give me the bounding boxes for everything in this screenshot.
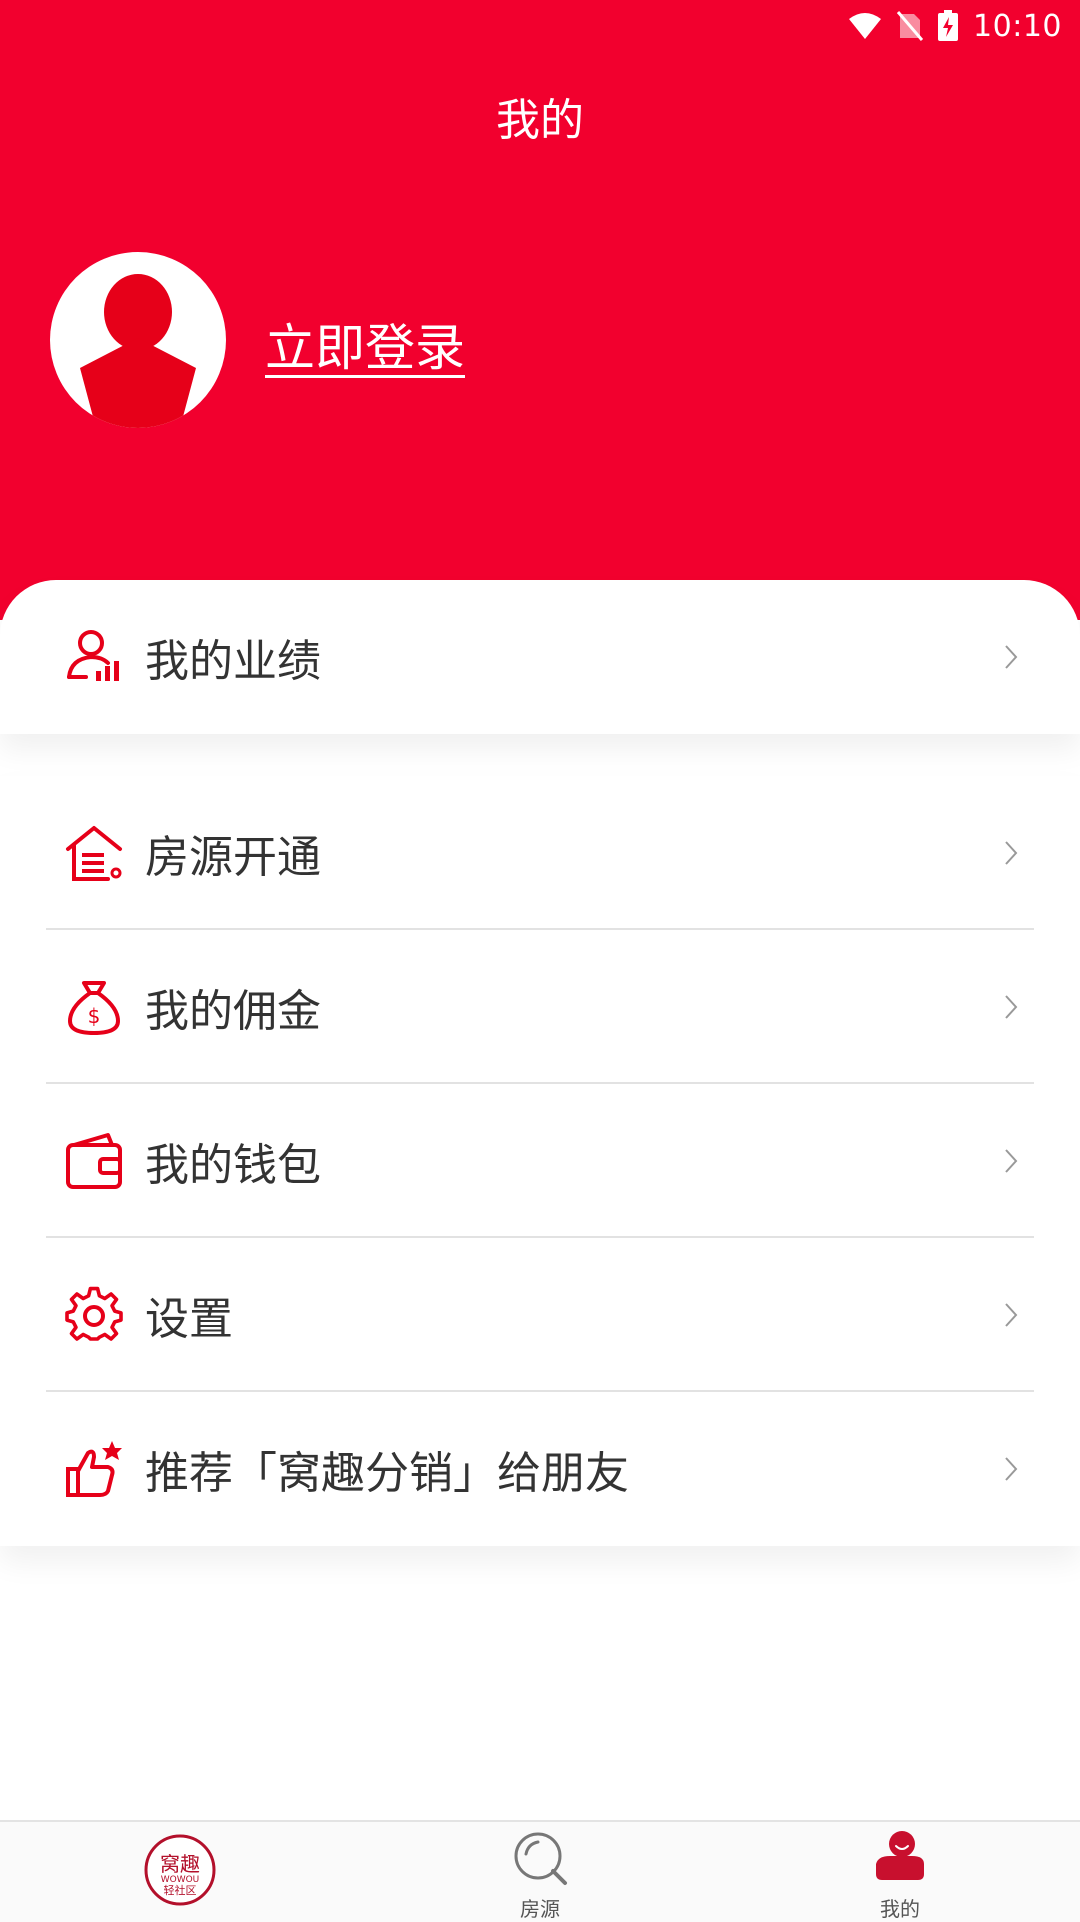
menu-item-label: 推荐「窝趣分销」给朋友 bbox=[145, 1448, 629, 1499]
app-logo-icon: 窝趣 WOWOU 轻社区 bbox=[144, 1834, 216, 1906]
menu-item-settings[interactable]: 设置 bbox=[0, 1238, 1080, 1392]
status-time: 10:10 bbox=[973, 8, 1062, 44]
chevron-right-icon bbox=[1005, 1457, 1018, 1481]
house-icon bbox=[66, 826, 122, 881]
menu-item-house-activation[interactable]: 房源开通 bbox=[0, 776, 1080, 930]
wifi-icon bbox=[849, 13, 882, 39]
tab-house[interactable]: 房源 bbox=[440, 1822, 640, 1922]
user-silhouette-icon bbox=[80, 274, 196, 428]
header: 10:10 我的 立即登录 bbox=[0, 0, 1080, 620]
menu-item-label: 房源开通 bbox=[145, 832, 321, 883]
tab-home[interactable]: 窝趣 WOWOU 轻社区 bbox=[80, 1822, 280, 1922]
chevron-right-icon bbox=[1005, 1149, 1018, 1173]
menu-item-label: 设置 bbox=[145, 1294, 233, 1345]
svg-text:$: $ bbox=[88, 1004, 101, 1028]
chevron-right-icon bbox=[1005, 841, 1018, 865]
chevron-right-icon bbox=[1005, 645, 1018, 669]
menu-item-label: 我的业绩 bbox=[145, 636, 321, 687]
tab-label: 我的 bbox=[880, 1897, 920, 1921]
logo-line3: 轻社区 bbox=[164, 1883, 197, 1897]
status-bar: 10:10 bbox=[847, 6, 1062, 46]
performance-icon bbox=[67, 630, 119, 681]
thumbs-up-icon bbox=[66, 1441, 122, 1497]
logo-line1: 窝趣 bbox=[160, 1852, 200, 1876]
login-link[interactable]: 立即登录 bbox=[265, 308, 465, 380]
search-icon bbox=[514, 1832, 567, 1885]
bottom-tab-bar: 窝趣 WOWOU 轻社区 房源 我的 bbox=[0, 1820, 1080, 1922]
gear-icon bbox=[65, 1286, 123, 1341]
user-icon bbox=[876, 1831, 924, 1880]
chevron-right-icon bbox=[1005, 1303, 1018, 1327]
menu-item-recommend[interactable]: 推荐「窝趣分销」给朋友 bbox=[0, 1392, 1080, 1546]
chevron-right-icon bbox=[1005, 995, 1018, 1019]
tab-mine[interactable]: 我的 bbox=[800, 1822, 1000, 1922]
menu-item-label: 我的佣金 bbox=[145, 986, 321, 1037]
performance-card: 我的业绩 bbox=[0, 580, 1080, 734]
menu-item-commission[interactable]: $ 我的佣金 bbox=[0, 930, 1080, 1084]
money-bag-icon: $ bbox=[68, 981, 120, 1035]
avatar[interactable] bbox=[50, 252, 226, 428]
wallet-icon bbox=[66, 1133, 122, 1189]
tab-label: 房源 bbox=[520, 1897, 560, 1921]
page-title: 我的 bbox=[496, 95, 584, 146]
no-sim-icon bbox=[897, 11, 924, 41]
menu-card: 房源开通 $ 我的佣金 我的钱包 设置 推荐「窝趣分销」给朋友 bbox=[0, 776, 1080, 1546]
menu-item-wallet[interactable]: 我的钱包 bbox=[0, 1084, 1080, 1238]
battery-charging-icon bbox=[938, 10, 959, 41]
menu-item-label: 我的钱包 bbox=[145, 1140, 321, 1191]
menu-item-performance[interactable]: 我的业绩 bbox=[0, 580, 1080, 734]
